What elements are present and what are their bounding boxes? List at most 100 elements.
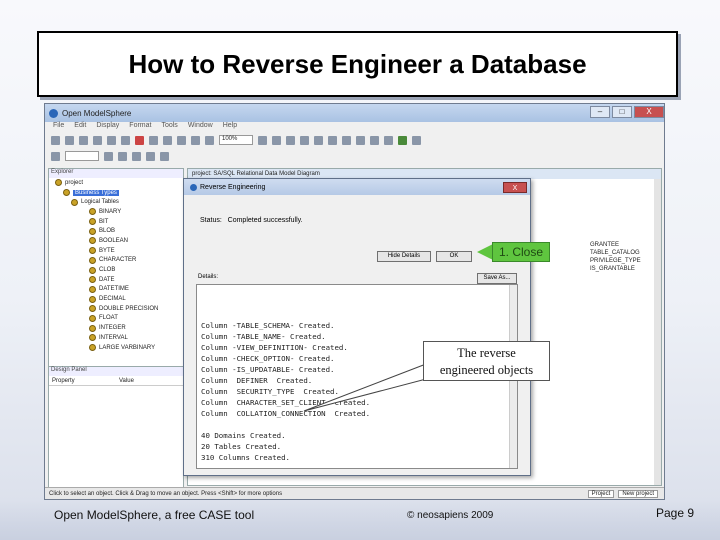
hide-details-button[interactable]: Hide Details <box>377 251 431 262</box>
dialog-close-button[interactable]: X <box>503 181 527 193</box>
datatype-icon <box>89 247 96 255</box>
diagram-label: PRIVILEGE_TYPE <box>590 258 641 264</box>
slide-title-box: How to Reverse Engineer a Database <box>37 31 678 97</box>
log-line: 40 Domains Created. <box>201 431 286 440</box>
minimize-button[interactable]: – <box>590 106 610 118</box>
open-icon[interactable] <box>65 135 74 145</box>
font-select[interactable] <box>65 151 99 161</box>
datatype-icon <box>89 314 96 322</box>
tree-item[interactable]: BOOLEAN <box>49 236 183 246</box>
datatype-icon <box>89 218 96 226</box>
log-line: Column COLLATION_CONNECTION Created. <box>201 409 371 418</box>
align-icon[interactable] <box>328 135 337 145</box>
save-as-button[interactable]: Save As... <box>477 273 517 284</box>
select-icon[interactable] <box>370 135 379 145</box>
close-callout: 1. Close <box>492 242 550 262</box>
percent-icon[interactable] <box>132 151 141 161</box>
table-icon[interactable] <box>342 135 351 145</box>
check-icon[interactable] <box>398 135 407 145</box>
delete-icon[interactable] <box>135 135 144 145</box>
tree-item-label: BINARY <box>99 208 122 215</box>
project-select[interactable]: New project <box>618 489 658 498</box>
tree-item[interactable]: INTERVAL <box>49 333 183 343</box>
redo-icon[interactable] <box>163 135 172 145</box>
datatype-icon <box>89 334 96 342</box>
close-window-button[interactable]: X <box>634 106 664 118</box>
status-label: Status: <box>200 217 222 224</box>
tree-item[interactable]: BLOB <box>49 226 183 236</box>
diagram-scrollbar[interactable] <box>654 179 661 485</box>
menu-window[interactable]: Window <box>188 122 213 132</box>
view-icon[interactable] <box>356 135 365 145</box>
datatype-icon <box>89 276 96 284</box>
toolbar-secondary <box>45 148 664 164</box>
status-hint: Click to select an object. Click & Drag … <box>49 490 283 497</box>
menu-display[interactable]: Display <box>96 122 119 132</box>
dialog-title: Reverse Engineering <box>200 183 266 191</box>
save-icon[interactable] <box>79 135 88 145</box>
tree-item[interactable]: FLOAT <box>49 314 183 324</box>
tree-item[interactable]: DATETIME <box>49 285 183 295</box>
layout-icon[interactable] <box>205 135 214 145</box>
tree-item[interactable]: DATE <box>49 275 183 285</box>
zoom-select[interactable]: 100% <box>219 135 253 145</box>
tree-item[interactable]: DOUBLE PRECISION <box>49 304 183 314</box>
dialog-titlebar: Reverse Engineering X <box>184 179 530 195</box>
clear-icon[interactable] <box>160 151 169 161</box>
new-icon[interactable] <box>51 135 60 145</box>
tree-item-label: INTEGER <box>99 325 126 332</box>
menu-file[interactable]: File <box>53 122 64 132</box>
tree-item[interactable]: DECIMAL <box>49 294 183 304</box>
tree-item[interactable]: CHARACTER <box>49 256 183 266</box>
print-icon[interactable] <box>191 135 200 145</box>
font-icon[interactable] <box>314 135 323 145</box>
zoom-out-icon[interactable] <box>272 135 281 145</box>
dollar-icon[interactable] <box>118 151 127 161</box>
tree-item[interactable]: BINARY <box>49 207 183 217</box>
tree-item-label: DATE <box>99 276 115 283</box>
menu-help[interactable]: Help <box>223 122 237 132</box>
explorer-tree: project Business Types Logical Tables BINAR… <box>49 178 183 352</box>
tree-item[interactable]: Business Types <box>49 188 183 198</box>
menu-tools[interactable]: Tools <box>161 122 177 132</box>
objects-callout-line1: The reverse <box>457 346 516 360</box>
format-icon[interactable] <box>146 151 155 161</box>
project-label: Project <box>587 489 615 498</box>
copy-icon[interactable] <box>107 135 116 145</box>
value-column-header[interactable]: Value <box>116 378 183 384</box>
tree-item-label: DECIMAL <box>99 296 126 303</box>
property-column-header[interactable]: Property <box>49 378 116 384</box>
ok-button[interactable]: OK <box>436 251 472 262</box>
tree-item[interactable]: INTEGER <box>49 323 183 333</box>
paste-icon[interactable] <box>121 135 130 145</box>
fill-color-icon[interactable] <box>286 135 295 145</box>
maximize-button[interactable]: □ <box>612 106 632 118</box>
cut-icon[interactable] <box>93 135 102 145</box>
undo-icon[interactable] <box>149 135 158 145</box>
tree-item-label: BYTE <box>99 247 115 254</box>
line-color-icon[interactable] <box>300 135 309 145</box>
tree-item[interactable]: LARGE VARBINARY <box>49 343 183 353</box>
folder-icon <box>63 189 70 197</box>
zoom-in-icon[interactable] <box>258 135 267 145</box>
close-callout-arrow <box>477 244 493 260</box>
tree-item[interactable]: Logical Tables <box>49 197 183 207</box>
arrow-left-icon[interactable] <box>51 151 60 161</box>
graph-icon[interactable] <box>412 135 421 145</box>
link-icon[interactable] <box>384 135 393 145</box>
menu-edit[interactable]: Edit <box>74 122 86 132</box>
tree-item[interactable]: project <box>49 178 183 188</box>
bold-icon[interactable] <box>104 151 113 161</box>
datatype-icon <box>89 237 96 245</box>
menu-format[interactable]: Format <box>129 122 151 132</box>
window-controls: – □ X <box>588 106 664 120</box>
tree-item-label: BOOLEAN <box>99 237 129 244</box>
tree-item[interactable]: BYTE <box>49 246 183 256</box>
objects-callout-line2: engineered objects <box>439 363 534 377</box>
datatype-icon <box>89 324 96 332</box>
log-line: Column SECURITY_TYPE Created. <box>201 387 339 396</box>
tree-item[interactable]: CLOB <box>49 265 183 275</box>
tree-item[interactable]: BIT <box>49 217 183 227</box>
find-icon[interactable] <box>177 135 186 145</box>
